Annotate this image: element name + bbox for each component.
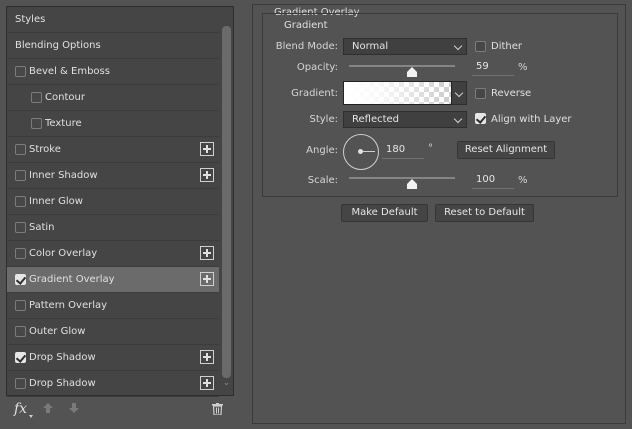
opacity-unit: % — [518, 62, 528, 73]
opacity-input[interactable]: 59 — [472, 61, 514, 76]
style-item-checkbox[interactable] — [15, 248, 26, 259]
style-item-label: Pattern Overlay — [29, 300, 108, 311]
make-default-button[interactable]: Make Default — [341, 204, 428, 222]
blending-options-label: Blending Options — [15, 40, 101, 51]
dither-label: Dither — [491, 41, 523, 52]
style-item-contour[interactable]: Contour — [7, 85, 219, 111]
style-item-inner-shadow[interactable]: Inner Shadow — [7, 163, 219, 189]
gradient-section-title: Gradient — [282, 20, 330, 31]
scroll-down-icon[interactable]: ⌄ — [222, 379, 231, 388]
move-up-icon[interactable] — [42, 402, 54, 414]
reset-alignment-button[interactable]: Reset Alignment — [457, 141, 555, 159]
scale-label: Scale: — [307, 175, 338, 186]
style-item-checkbox[interactable] — [15, 274, 26, 285]
gradient-label: Gradient: — [291, 88, 338, 99]
move-down-icon[interactable] — [68, 402, 80, 414]
style-item-label: Bevel & Emboss — [29, 66, 110, 77]
angle-unit: ° — [428, 143, 433, 154]
style-item-label: Texture — [45, 118, 82, 129]
style-item-inner-glow[interactable]: Inner Glow — [7, 189, 219, 215]
style-item-drop-shadow[interactable]: Drop Shadow — [7, 371, 219, 397]
add-style-plus-icon[interactable] — [200, 272, 214, 286]
style-item-checkbox[interactable] — [15, 196, 26, 207]
add-style-plus-icon[interactable] — [200, 246, 214, 260]
styles-header-label: Styles — [15, 14, 46, 25]
style-item-label: Contour — [45, 92, 85, 103]
style-item-label: Inner Shadow — [29, 170, 98, 181]
dither-checkbox[interactable] — [475, 41, 486, 52]
style-item-label: Drop Shadow — [29, 352, 96, 363]
align-with-layer-checkbox[interactable] — [475, 113, 486, 124]
angle-input[interactable]: 180 — [382, 144, 424, 159]
style-item-checkbox[interactable] — [31, 118, 42, 129]
style-value: Reflected — [352, 114, 400, 125]
style-item-label: Drop Shadow — [29, 378, 96, 389]
opacity-label: Opacity: — [296, 62, 338, 73]
style-item-bevel-emboss[interactable]: Bevel & Emboss — [7, 59, 219, 85]
scrollbar-thumb[interactable] — [222, 26, 231, 378]
blend-mode-label: Blend Mode: — [275, 41, 338, 52]
opacity-slider-handle[interactable] — [406, 67, 417, 77]
add-style-plus-icon[interactable] — [200, 142, 214, 156]
gradient-preview-swatch[interactable] — [343, 81, 452, 105]
opacity-slider-track[interactable] — [349, 65, 455, 67]
scale-slider-handle[interactable] — [406, 179, 417, 189]
style-item-label: Stroke — [29, 144, 61, 155]
style-item-stroke[interactable]: Stroke — [7, 137, 219, 163]
scale-slider-track[interactable] — [349, 177, 455, 179]
reverse-checkbox[interactable] — [475, 88, 486, 99]
blending-options-item[interactable]: Blending Options — [7, 33, 219, 59]
add-style-plus-icon[interactable] — [200, 168, 214, 182]
chevron-down-icon — [454, 88, 464, 98]
scale-unit: % — [518, 175, 528, 186]
style-item-texture[interactable]: Texture — [7, 111, 219, 137]
style-item-checkbox[interactable] — [15, 378, 26, 389]
style-item-outer-glow[interactable]: Outer Glow — [7, 319, 219, 345]
style-item-checkbox[interactable] — [15, 170, 26, 181]
style-item-label: Satin — [29, 222, 55, 233]
style-item-checkbox[interactable] — [15, 326, 26, 337]
blend-mode-value: Normal — [352, 41, 389, 52]
style-item-label: Inner Glow — [29, 196, 83, 207]
fx-menu-caret-icon[interactable] — [29, 415, 33, 418]
gradient-picker-button[interactable] — [452, 81, 467, 105]
chevron-down-icon — [453, 41, 463, 51]
style-item-label: Color Overlay — [29, 248, 98, 259]
fx-icon[interactable]: fx — [14, 401, 27, 417]
style-item-checkbox[interactable] — [31, 92, 42, 103]
style-item-label: Outer Glow — [29, 326, 86, 337]
chevron-down-icon — [453, 114, 463, 124]
add-style-plus-icon[interactable] — [200, 376, 214, 390]
style-item-color-overlay[interactable]: Color Overlay — [7, 241, 219, 267]
trash-icon[interactable] — [212, 403, 223, 415]
style-select[interactable]: Reflected — [343, 111, 467, 128]
style-label: Style: — [309, 114, 339, 125]
reverse-label: Reverse — [491, 88, 532, 99]
style-item-checkbox[interactable] — [15, 300, 26, 311]
style-item-checkbox[interactable] — [15, 144, 26, 155]
style-item-gradient-overlay[interactable]: Gradient Overlay — [7, 267, 219, 293]
style-item-checkbox[interactable] — [15, 66, 26, 77]
styles-list: Styles Blending Options Bevel & Emboss Co… — [6, 6, 234, 397]
blend-mode-select[interactable]: Normal — [343, 38, 467, 55]
style-item-drop-shadow[interactable]: Drop Shadow — [7, 345, 219, 371]
angle-label: Angle: — [306, 145, 338, 156]
styles-header[interactable]: Styles — [7, 7, 219, 33]
angle-dial-center — [358, 149, 363, 154]
style-item-checkbox[interactable] — [15, 352, 26, 363]
angle-dial-indicator — [361, 151, 375, 152]
align-with-layer-label: Align with Layer — [491, 114, 572, 125]
reset-to-default-button[interactable]: Reset to Default — [435, 204, 534, 222]
style-item-label: Gradient Overlay — [29, 274, 115, 285]
style-item-checkbox[interactable] — [15, 222, 26, 233]
scale-input[interactable]: 100 — [472, 174, 514, 189]
style-item-satin[interactable]: Satin — [7, 215, 219, 241]
style-item-pattern-overlay[interactable]: Pattern Overlay — [7, 293, 219, 319]
add-style-plus-icon[interactable] — [200, 350, 214, 364]
